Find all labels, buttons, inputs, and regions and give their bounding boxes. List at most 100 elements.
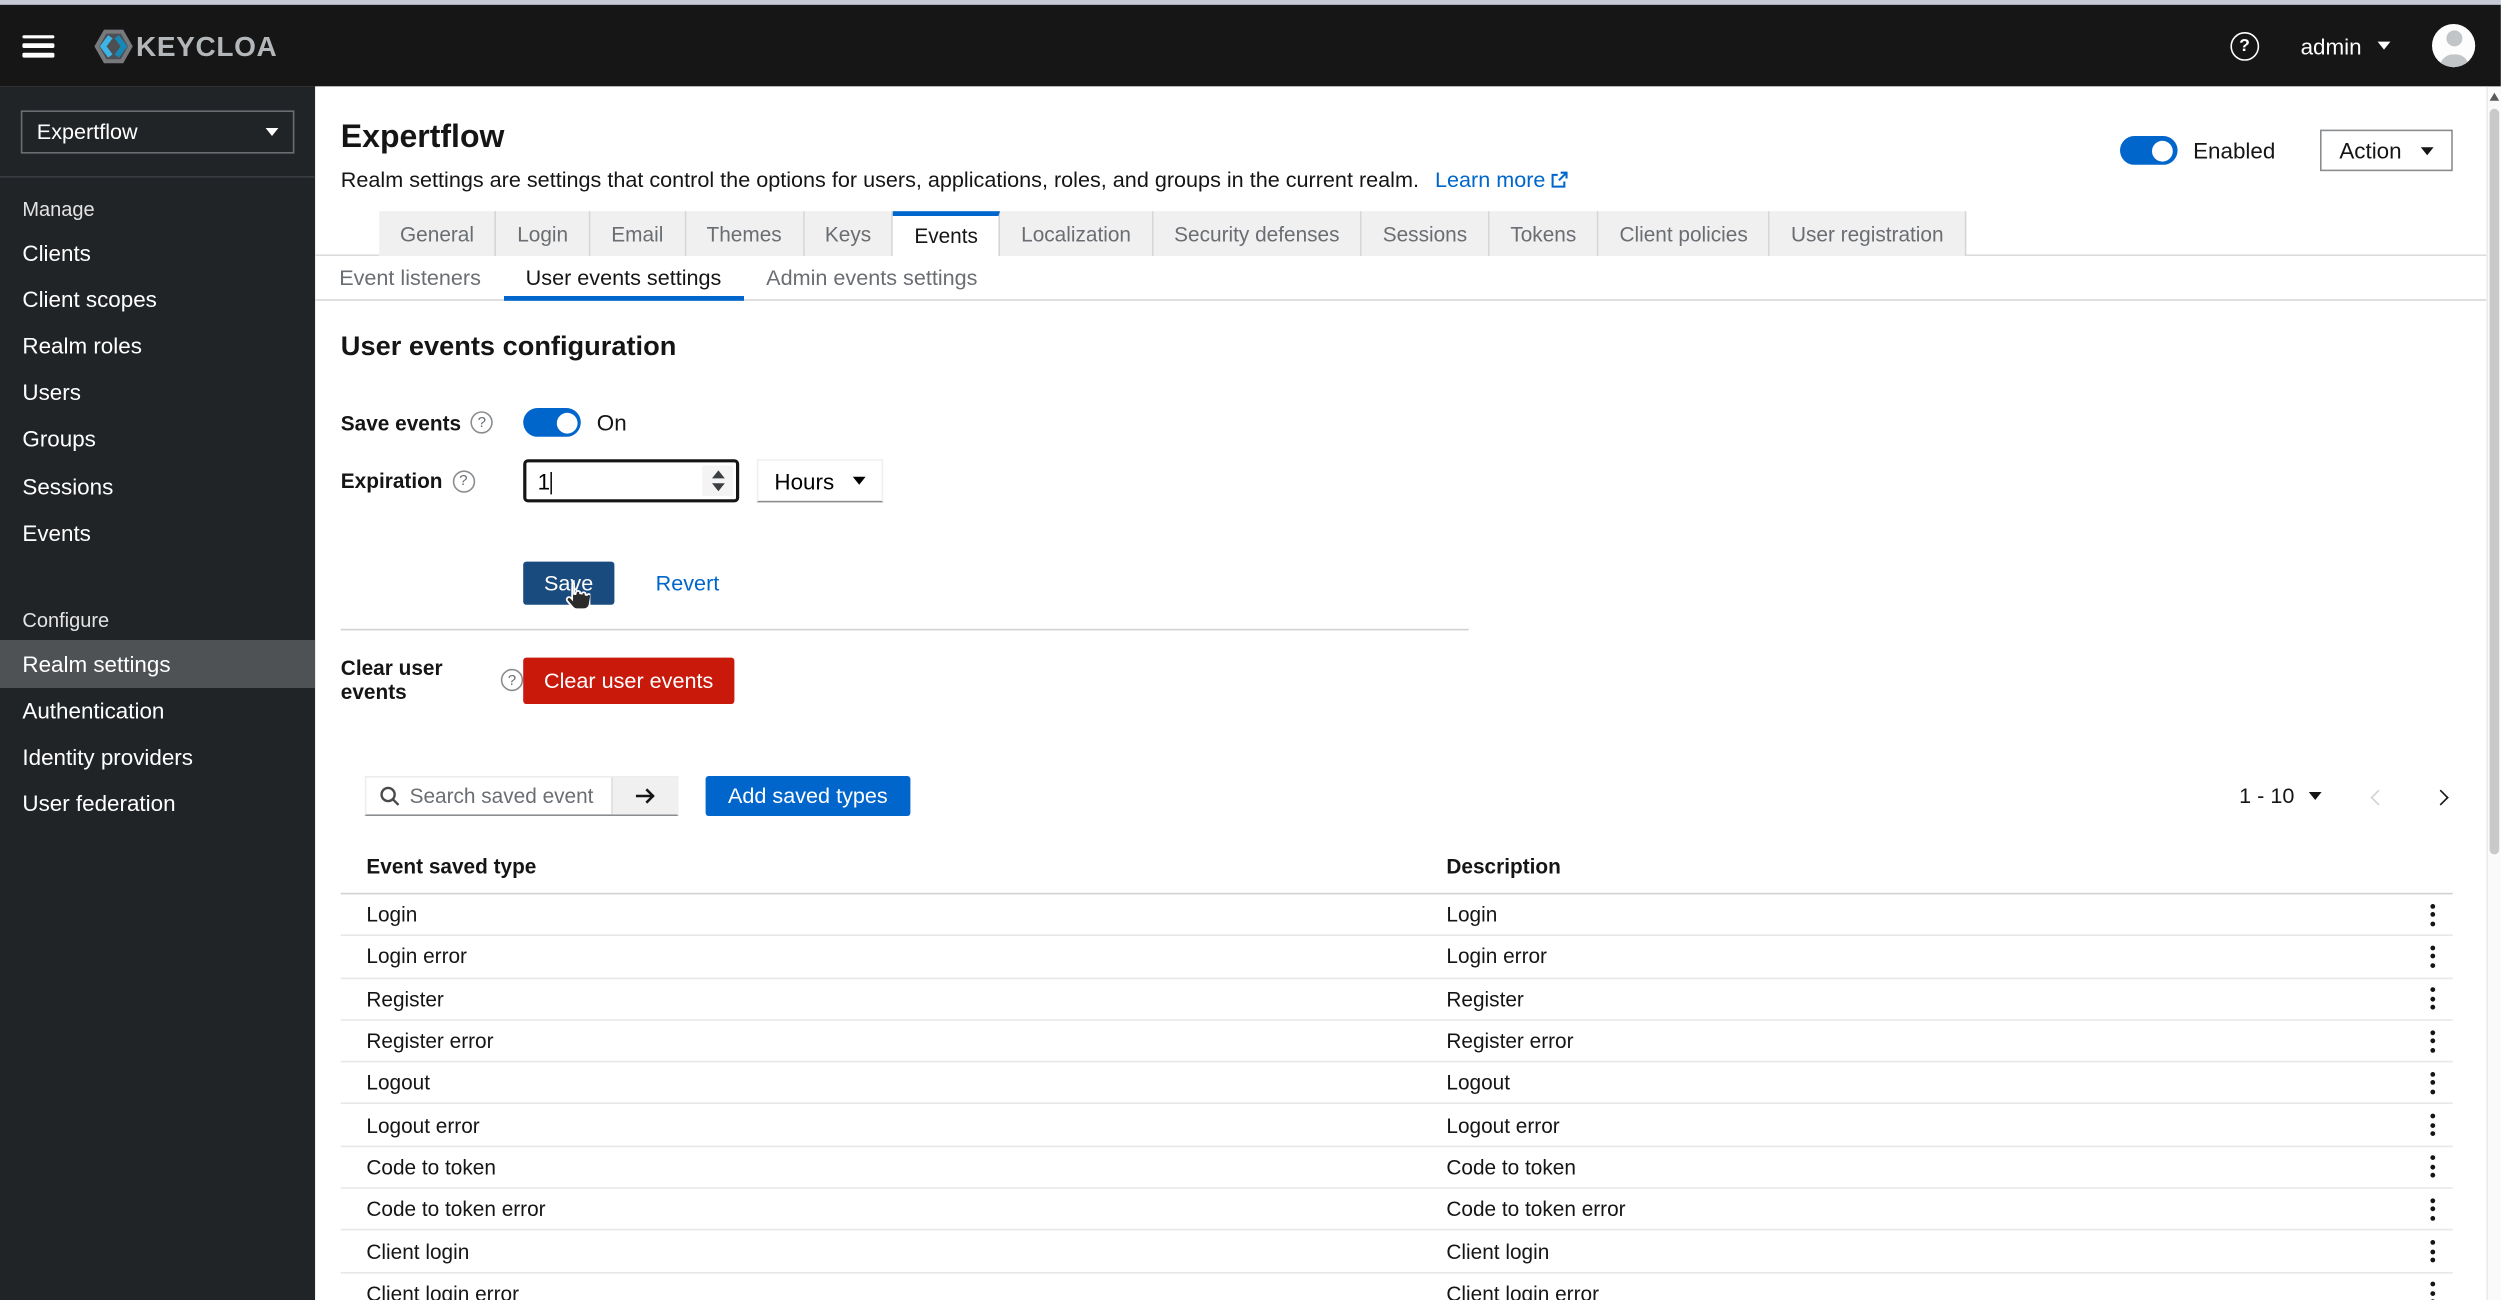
sidebar-item[interactable]: Identity providers (0, 734, 315, 781)
table-row: Logout Logout (340, 1063, 2453, 1105)
sidebar-section-manage: Manage (22, 198, 95, 221)
tab[interactable]: Keys (804, 211, 894, 256)
number-spinner[interactable] (702, 465, 733, 496)
tab[interactable]: Email (590, 211, 686, 256)
action-dropdown[interactable]: Action (2320, 129, 2453, 172)
nav-toggle-hamburger-icon[interactable] (22, 34, 55, 57)
tab[interactable]: Themes (685, 211, 805, 256)
sidebar-item[interactable]: Sessions (0, 462, 315, 509)
sidebar-item[interactable]: Events (0, 509, 315, 556)
form-divider (340, 628, 1469, 631)
kebab-menu-button[interactable] (2411, 1147, 2453, 1187)
page-title: Expertflow (340, 120, 505, 156)
tab-label: Keys (824, 221, 872, 246)
scrollbar-thumb[interactable] (2489, 108, 2500, 855)
event-type-cell: Client login error (366, 1281, 519, 1300)
event-type-cell: Code to token (366, 1155, 496, 1180)
kebab-menu-button[interactable] (2411, 894, 2453, 934)
save-events-label: Save events ? (341, 410, 523, 434)
save-events-toggle[interactable] (523, 408, 581, 437)
kebab-menu-button[interactable] (2411, 1063, 2453, 1103)
realm-enabled-toggle[interactable] (2119, 136, 2178, 165)
add-saved-types-button[interactable]: Add saved types (705, 776, 911, 816)
tab[interactable]: Events (893, 211, 1001, 256)
table-toolbar: Add saved types 1 - 10 (315, 776, 2486, 816)
clear-user-events-label: Clear user events ? (341, 656, 524, 704)
tab-label: Sessions (1382, 221, 1468, 246)
kebab-menu-button[interactable] (2411, 936, 2453, 976)
sidebar-item[interactable]: Clients (0, 229, 315, 276)
help-icon[interactable]: ? (2230, 31, 2259, 60)
search-submit-button[interactable] (611, 777, 677, 815)
realm-selector[interactable]: Expertflow (20, 110, 295, 154)
sidebar-item[interactable]: Authentication (0, 687, 315, 734)
event-type-cell: Client login (366, 1239, 470, 1264)
event-type-cell: Logout error (366, 1113, 480, 1137)
subtab[interactable]: Event listeners (317, 256, 503, 299)
chevron-left-icon (2370, 789, 2387, 806)
table-row: Client login error Client login error (341, 1273, 2453, 1300)
table-row: Logout error Logout error (340, 1105, 2453, 1147)
event-description-cell: Register (1446, 986, 1524, 1011)
learn-more-link[interactable]: Learn more (1435, 168, 1568, 192)
toggle-state-label: On (596, 409, 627, 436)
search-input[interactable] (409, 784, 599, 808)
tab[interactable]: Client policies (1598, 211, 1771, 256)
kebab-menu-button[interactable] (2411, 1189, 2453, 1229)
enabled-label: Enabled (2193, 137, 2276, 164)
search-icon (380, 786, 400, 806)
pagination-range-dropdown[interactable]: 1 - 10 (2239, 784, 2322, 808)
main-content: Expertflow Realm settings are settings t… (315, 86, 2487, 1300)
keycloak-logo-icon: KEYCLOAK (94, 28, 278, 63)
tab-label: Security defenses (1174, 221, 1340, 246)
kebab-menu-button[interactable] (2411, 979, 2453, 1019)
caret-down-icon (2420, 146, 2434, 155)
help-icon[interactable]: ? (470, 411, 494, 434)
sidebar-item-label: Users (22, 379, 81, 406)
tab[interactable]: Security defenses (1153, 211, 1362, 256)
column-header-description: Description (1446, 854, 1561, 879)
subtab[interactable]: Admin events settings (744, 256, 1000, 299)
event-types-table: Event saved type Description Login Login (340, 846, 2453, 1300)
tab[interactable]: Tokens (1489, 211, 1599, 256)
sidebar-item[interactable]: Groups (0, 416, 315, 463)
table-row: Client login Client login (340, 1231, 2453, 1274)
tab[interactable]: User registration (1770, 211, 1966, 256)
vertical-scrollbar[interactable] (2486, 86, 2501, 1300)
avatar[interactable] (2432, 24, 2476, 68)
pagination-next-button[interactable] (2429, 778, 2453, 815)
sidebar-item[interactable]: Users (0, 369, 315, 416)
tab[interactable]: Login (496, 211, 591, 256)
sidebar-item-label: Realm settings (22, 651, 171, 677)
sidebar-item-label: Authentication (22, 697, 165, 724)
kebab-menu-button[interactable] (2411, 1105, 2453, 1145)
realm-settings-tabs: General Login Email Themes Keys Events L… (315, 211, 2487, 256)
sidebar-item-label: Client scopes (22, 286, 157, 312)
revert-link[interactable]: Revert (656, 571, 720, 595)
expiration-label: Expiration ? (341, 469, 523, 493)
subtab-label: User events settings (525, 265, 722, 290)
text-cursor (550, 472, 552, 495)
event-description-cell: Login (1446, 902, 1498, 927)
scrollbar-up-arrow-icon[interactable] (2489, 92, 2500, 101)
tab-label: Email (611, 221, 664, 246)
subtab[interactable]: User events settings (503, 256, 745, 301)
sidebar-item[interactable]: Realm settings (0, 640, 316, 688)
spinner-up-icon[interactable] (711, 470, 724, 479)
kebab-menu-button[interactable] (2411, 1231, 2453, 1271)
kebab-menu-button[interactable] (2411, 1021, 2453, 1061)
kebab-menu-button[interactable] (2411, 1273, 2453, 1300)
tab[interactable]: Localization (1000, 211, 1154, 256)
user-menu-dropdown[interactable]: admin (2301, 33, 2391, 58)
sidebar-item[interactable]: User federation (0, 781, 315, 828)
sidebar-item[interactable]: Client scopes (0, 276, 315, 323)
sidebar-item[interactable]: Realm roles (0, 322, 315, 369)
help-icon[interactable]: ? (452, 469, 475, 492)
clear-user-events-button[interactable]: Clear user events (523, 656, 735, 704)
pagination-prev-button[interactable] (2366, 778, 2390, 815)
spinner-down-icon[interactable] (711, 483, 724, 492)
expiration-unit-select[interactable]: Hours (756, 459, 884, 503)
help-icon[interactable]: ? (500, 668, 524, 692)
tab[interactable]: Sessions (1361, 211, 1490, 256)
tab[interactable]: General (379, 211, 497, 256)
